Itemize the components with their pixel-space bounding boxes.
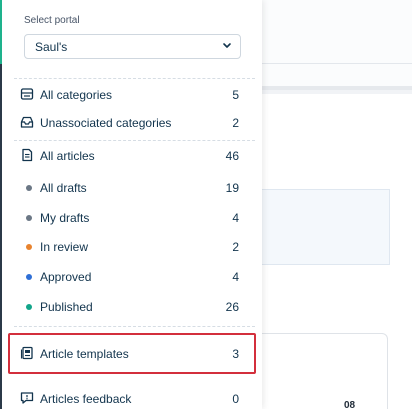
chevron-down-icon [223, 43, 231, 48]
nav-count: 4 [232, 211, 239, 225]
card-number: 08 [344, 400, 356, 409]
divider [14, 326, 255, 327]
nav-count: 19 [225, 181, 239, 195]
portal-select[interactable]: Saul's [24, 34, 241, 59]
nav-label: Articles feedback [40, 392, 132, 406]
status-dot [26, 215, 32, 221]
nav-label: Approved [40, 270, 92, 284]
content-card [262, 189, 390, 265]
divider [14, 140, 255, 141]
nav-count: 26 [225, 300, 239, 314]
highlight-box [8, 333, 256, 374]
nav-label: Unassociated categories [40, 116, 172, 130]
feedback-icon [20, 392, 34, 404]
nav-count: 2 [232, 116, 239, 130]
content-card-lower [262, 333, 388, 409]
status-dot [26, 185, 32, 191]
nav-count: 5 [232, 88, 239, 102]
nav-item-in-review[interactable]: In review 2 [14, 236, 255, 258]
nav-label: My drafts [40, 211, 90, 225]
portal-select-value: Saul's [35, 40, 68, 54]
nav-item-published[interactable]: Published 26 [14, 296, 255, 318]
nav-item-approved[interactable]: Approved 4 [14, 266, 255, 288]
nav-label: In review [40, 240, 89, 254]
nav-item-all-articles[interactable]: All articles 46 [14, 145, 255, 167]
portal-label: Select portal [24, 15, 80, 26]
status-dot [26, 274, 32, 280]
nav-count: 46 [225, 149, 239, 163]
nav-item-all-categories[interactable]: All categories 5 [14, 84, 255, 106]
nav-label: All categories [40, 88, 113, 102]
nav-item-all-drafts[interactable]: All drafts 19 [14, 177, 255, 199]
nav-item-my-drafts[interactable]: My drafts 4 [14, 207, 255, 229]
categories-icon [20, 88, 34, 100]
divider [14, 78, 255, 79]
inbox-icon [20, 116, 34, 128]
document-icon [22, 148, 33, 162]
nav-label: All drafts [40, 181, 87, 195]
nav-label: Published [40, 300, 93, 314]
nav-count: 2 [232, 240, 239, 254]
main-header [262, 0, 412, 64]
nav-label: All articles [40, 149, 95, 163]
nav-count: 0 [232, 392, 239, 406]
nav-item-unassociated-categories[interactable]: Unassociated categories 2 [14, 112, 255, 134]
main-toolbar-strip [262, 64, 412, 90]
nav-item-articles-feedback[interactable]: Articles feedback 0 [14, 388, 255, 409]
status-dot [26, 244, 32, 250]
nav-count: 4 [232, 270, 239, 284]
status-dot [26, 304, 32, 310]
